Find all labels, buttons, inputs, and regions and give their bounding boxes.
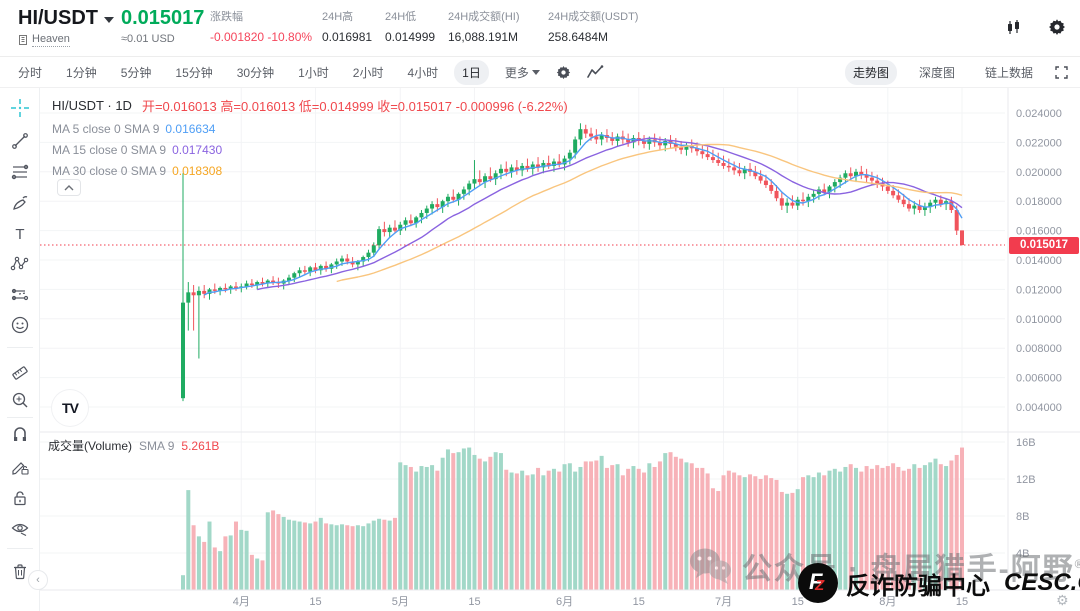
- svg-text:5月: 5月: [392, 596, 409, 608]
- ma-legend: MA 15 close 0 SMA 90.017430: [52, 143, 568, 157]
- volume-sma-value: 5.261B: [181, 439, 219, 453]
- lock-all-icon[interactable]: [0, 485, 40, 511]
- indicator-settings-gear-icon[interactable]: [556, 65, 571, 80]
- interval-tab[interactable]: 30分钟: [229, 60, 282, 85]
- draw-lock-icon[interactable]: [0, 454, 40, 480]
- volume-title: 成交量(Volume): [48, 437, 132, 454]
- drawing-toolbar: T: [0, 88, 40, 611]
- toolbar-separator: [7, 548, 33, 549]
- svg-text:6月: 6月: [556, 596, 573, 608]
- interval-tab[interactable]: 4小时: [399, 60, 446, 85]
- svg-text:8月: 8月: [879, 596, 896, 608]
- svg-text:15: 15: [633, 596, 645, 608]
- header-stat: 24H成交额(USDT)258.6484M: [548, 10, 638, 44]
- chart-mode-tabs: 走势图深度图链上数据: [845, 60, 1068, 85]
- chevron-up-icon: [64, 185, 74, 191]
- svg-text:0.008000: 0.008000: [1016, 343, 1062, 355]
- svg-text:15: 15: [309, 596, 321, 608]
- legend-symbol: HI/USDT · 1D: [52, 98, 132, 113]
- settings-gear-icon[interactable]: [1048, 18, 1066, 36]
- svg-text:0.018000: 0.018000: [1016, 196, 1062, 208]
- svg-text:8B: 8B: [1016, 511, 1029, 523]
- svg-text:15: 15: [792, 596, 804, 608]
- svg-text:T: T: [15, 226, 24, 243]
- svg-text:12B: 12B: [1016, 474, 1036, 486]
- header-stat: 24H低0.014999: [385, 10, 435, 44]
- header: HI/USDT Heaven 0.015017 ≈0.01 USD 涨跌幅-0.…: [0, 0, 1080, 57]
- svg-text:4月: 4月: [233, 596, 250, 608]
- volume-legend: 成交量(Volume) SMA 9 5.261B: [48, 437, 219, 454]
- interval-tab[interactable]: 1日: [454, 60, 489, 85]
- trend-line-icon[interactable]: [0, 128, 40, 154]
- svg-text:0.020000: 0.020000: [1016, 167, 1062, 179]
- toolbar-separator: [7, 417, 33, 418]
- text-icon[interactable]: T: [0, 221, 40, 247]
- emoji-icon[interactable]: [0, 312, 40, 338]
- header-stat: 24H高0.016981: [322, 10, 372, 44]
- projection-icon[interactable]: [0, 282, 40, 308]
- trading-app: HI/USDT Heaven 0.015017 ≈0.01 USD 涨跌幅-0.…: [0, 0, 1080, 611]
- crosshair-icon[interactable]: [0, 95, 40, 121]
- header-stat: 涨跌幅-0.001820 -10.80%: [210, 10, 312, 44]
- toolbar-separator: [7, 347, 33, 348]
- indicator-icon[interactable]: [587, 65, 604, 79]
- header-stat: 24H成交额(HI)16,088.191M: [448, 10, 520, 44]
- interval-tab[interactable]: 2小时: [345, 60, 392, 85]
- last-price-tag: 0.015017: [1009, 237, 1079, 254]
- volume-sma-label: SMA 9: [139, 439, 174, 453]
- svg-text:0.024000: 0.024000: [1016, 108, 1062, 120]
- chart-mode-tab[interactable]: 走势图: [845, 60, 897, 85]
- time-axis-settings-icon[interactable]: ⚙: [1056, 592, 1069, 609]
- fib-lines-icon[interactable]: [0, 159, 40, 185]
- svg-text:15: 15: [468, 596, 480, 608]
- svg-text:0.010000: 0.010000: [1016, 314, 1062, 326]
- chart-mode-tab[interactable]: 深度图: [911, 60, 963, 85]
- interval-toolbar: 分时 1分钟 5分钟 15分钟 30分钟 1小时 2小时 4小时 1日更多 走势图深度图链上数据: [0, 57, 1080, 88]
- interval-tab[interactable]: 分时: [10, 60, 50, 85]
- svg-text:0.014000: 0.014000: [1016, 255, 1062, 267]
- tradingview-logo[interactable]: TV: [52, 390, 88, 426]
- svg-text:16B: 16B: [1016, 437, 1036, 449]
- kline-style-icon[interactable]: [1005, 19, 1022, 36]
- svg-text:0.004000: 0.004000: [1016, 402, 1062, 414]
- interval-tab[interactable]: 1小时: [290, 60, 337, 85]
- chart-legend: HI/USDT · 1D 开=0.016013 高=0.016013 低=0.0…: [52, 96, 568, 178]
- svg-text:0.022000: 0.022000: [1016, 137, 1062, 149]
- ma-legend: MA 30 close 0 SMA 90.018308: [52, 164, 568, 178]
- interval-tab[interactable]: 1分钟: [58, 60, 105, 85]
- ma-legend-rows: MA 5 close 0 SMA 90.016634 MA 15 close 0 …: [52, 122, 568, 178]
- interval-tabs: 分时 1分钟 5分钟 15分钟 30分钟 1小时 2小时 4小时 1日更多: [0, 60, 548, 85]
- zoom-in-icon[interactable]: [0, 387, 40, 413]
- legend-collapse-button[interactable]: [57, 179, 81, 196]
- brush-icon[interactable]: [0, 190, 40, 216]
- legend-ohlc: 开=0.016013 高=0.016013 低=0.014999 收=0.015…: [142, 96, 568, 115]
- interval-tab[interactable]: 15分钟: [167, 60, 220, 85]
- sidebar-collapse-button[interactable]: ‹: [28, 570, 48, 590]
- header-stats: 涨跌幅-0.001820 -10.80% 24H高0.016981 24H低0.01…: [0, 0, 1080, 57]
- hide-drawings-icon[interactable]: [0, 516, 40, 542]
- ma-legend: MA 5 close 0 SMA 90.016634: [52, 122, 568, 136]
- interval-tab[interactable]: 更多: [497, 60, 548, 85]
- svg-text:0.012000: 0.012000: [1016, 284, 1062, 296]
- interval-tab[interactable]: 5分钟: [113, 60, 160, 85]
- chevron-down-icon: [532, 70, 540, 75]
- svg-text:4B: 4B: [1016, 548, 1029, 560]
- fullscreen-icon[interactable]: [1055, 66, 1068, 79]
- ruler-icon[interactable]: [0, 360, 40, 386]
- svg-text:0.006000: 0.006000: [1016, 373, 1062, 385]
- svg-text:15: 15: [956, 596, 968, 608]
- chart-mode-tab[interactable]: 链上数据: [977, 60, 1041, 85]
- svg-text:0.016000: 0.016000: [1016, 226, 1062, 238]
- magnet-icon[interactable]: [0, 423, 40, 449]
- svg-text:7月: 7月: [715, 596, 732, 608]
- xabcd-pattern-icon[interactable]: [0, 251, 40, 277]
